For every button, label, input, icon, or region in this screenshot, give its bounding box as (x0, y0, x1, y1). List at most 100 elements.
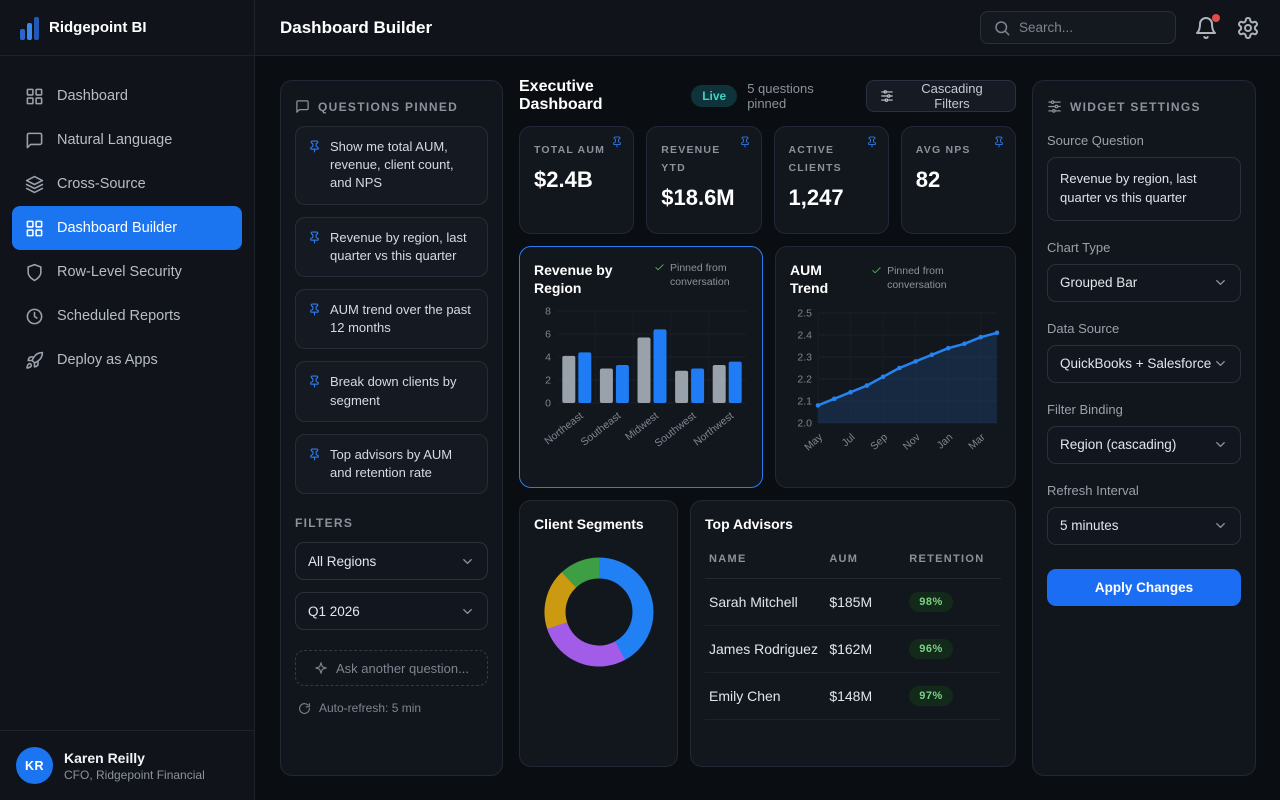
svg-text:Sep: Sep (868, 432, 890, 454)
sparkle-icon (314, 661, 328, 675)
chevron-down-icon (1213, 437, 1228, 452)
pinned-question-text: AUM trend over the past 12 months (330, 301, 475, 337)
pinned-question-card[interactable]: Show me total AUM, revenue, client count… (295, 126, 488, 205)
pin-icon[interactable] (739, 136, 751, 148)
kpi-card-revenue-ytd[interactable]: REVENUE YTD $18.6M (646, 126, 761, 234)
source-question-field[interactable]: Revenue by region, last quarter vs this … (1047, 157, 1241, 221)
sidebar-item-label: Dashboard Builder (57, 220, 177, 236)
kpi-value: 1,247 (789, 185, 874, 211)
advisor-name: James Rodriguez (705, 626, 829, 673)
sidebar-item-cross-source[interactable]: Cross-Source (12, 162, 242, 206)
page-title: Dashboard Builder (280, 18, 432, 38)
avatar: KR (16, 747, 53, 784)
sidebar-item-label: Cross-Source (57, 176, 146, 192)
sidebar-item-row-level-security[interactable]: Row-Level Security (12, 250, 242, 294)
top-advisors-widget[interactable]: Top Advisors NAMEAUMRETENTIONSarah Mitch… (690, 500, 1016, 767)
grouped-bar-chart: 02468NortheastSoutheastMidwestSouthwestN… (534, 297, 748, 484)
data-source-label: Data Source (1047, 321, 1241, 336)
check-icon (871, 265, 882, 276)
advisor-name: Emily Chen (705, 673, 829, 720)
filter-binding-select[interactable]: Region (cascading) (1047, 426, 1241, 464)
sidebar-item-deploy-as-apps[interactable]: Deploy as Apps (12, 338, 242, 382)
rocket-icon (25, 351, 44, 370)
refresh-interval-select[interactable]: 5 minutes (1047, 507, 1241, 545)
notifications-button[interactable] (1194, 16, 1218, 40)
client-segments-widget[interactable]: Client Segments (519, 500, 678, 767)
topbar: Dashboard Builder (255, 0, 1280, 56)
advisor-aum: $148M (829, 673, 909, 720)
chart-type-select[interactable]: Grouped Bar (1047, 264, 1241, 302)
apply-changes-button[interactable]: Apply Changes (1047, 569, 1241, 606)
kpi-card-active-clients[interactable]: ACTIVE CLIENTS 1,247 (774, 126, 889, 234)
retention-badge: 97% (909, 686, 953, 706)
settings-button[interactable] (1236, 16, 1260, 40)
pinned-question-text: Top advisors by AUM and retention rate (330, 446, 475, 482)
pinned-note: Pinned from conversation (654, 261, 748, 297)
sidebar-item-scheduled-reports[interactable]: Scheduled Reports (12, 294, 242, 338)
search-input[interactable] (1019, 20, 1163, 35)
period-filter-select[interactable]: Q1 2026 (295, 592, 488, 630)
sidebar-item-dashboard-builder[interactable]: Dashboard Builder (12, 206, 242, 250)
kpi-value: $2.4B (534, 167, 619, 193)
revenue-by-region-widget[interactable]: Revenue by Region Pinned from conversati… (519, 246, 763, 488)
pin-icon[interactable] (611, 136, 623, 148)
kpi-label: AVG NPS (916, 142, 1001, 160)
kpi-label: REVENUE YTD (661, 142, 746, 178)
pinned-question-card[interactable]: AUM trend over the past 12 months (295, 289, 488, 349)
user-card[interactable]: KR Karen Reilly CFO, Ridgepoint Financia… (0, 730, 254, 800)
sliders-icon (1047, 99, 1062, 114)
retention-badge: 98% (909, 592, 953, 612)
sidebar: Dashboard Natural Language Cross-Source Das… (0, 56, 255, 800)
kpi-card-total-aum[interactable]: TOTAL AUM$2.4B (519, 126, 634, 234)
refresh-icon (298, 702, 311, 715)
refresh-interval-label: Refresh Interval (1047, 483, 1241, 498)
svg-text:2.1: 2.1 (797, 396, 812, 408)
table-row: Emily Chen$148M97% (705, 673, 1001, 720)
sidebar-item-label: Dashboard (57, 88, 128, 104)
pin-icon[interactable] (866, 136, 878, 148)
app-root: Ridgepoint BI Dashboard Builder Dashboar… (0, 0, 1280, 800)
sidebar-nav: Dashboard Natural Language Cross-Source Das… (0, 74, 254, 382)
data-source-select[interactable]: QuickBooks + Salesforce (1047, 345, 1241, 383)
pinned-count: 5 questions pinned (747, 81, 856, 111)
questions-panel: QUESTIONS PINNED Show me total AUM, reve… (280, 80, 503, 776)
ask-question-button[interactable]: Ask another question... (295, 650, 488, 686)
svg-text:Jul: Jul (840, 432, 858, 450)
pin-icon (308, 140, 321, 153)
svg-text:Nov: Nov (901, 431, 923, 453)
advisor-aum: $162M (829, 626, 909, 673)
svg-text:8: 8 (545, 306, 551, 318)
top-advisors-table: NAMEAUMRETENTIONSarah Mitchell$185M98%Ja… (705, 543, 1001, 720)
pinned-question-card[interactable]: Top advisors by AUM and retention rate (295, 434, 488, 494)
sidebar-item-label: Natural Language (57, 132, 172, 148)
cascading-filters-button[interactable]: Cascading Filters (866, 80, 1016, 112)
table-row: James Rodriguez$162M96% (705, 626, 1001, 673)
brand: Ridgepoint BI (0, 0, 255, 56)
chevron-down-icon (460, 604, 475, 619)
sidebar-item-natural-language[interactable]: Natural Language (12, 118, 242, 162)
grid-icon (25, 219, 44, 238)
widget-settings-panel: WIDGET SETTINGS Source Question Revenue … (1032, 80, 1256, 776)
sidebar-item-dashboard[interactable]: Dashboard (12, 74, 242, 118)
kpi-label: ACTIVE CLIENTS (789, 142, 874, 178)
pinned-question-card[interactable]: Break down clients by segment (295, 361, 488, 421)
kpi-row: TOTAL AUM$2.4B REVENUE YTD $18.6M ACTIVE CL… (519, 126, 1016, 234)
kpi-value: 82 (916, 167, 1001, 193)
svg-text:Jan: Jan (935, 432, 956, 452)
svg-text:Southeast: Southeast (579, 410, 624, 449)
kpi-card-avg-nps[interactable]: AVG NPS 82 (901, 126, 1016, 234)
svg-text:2: 2 (545, 375, 551, 387)
filters-title: FILTERS (295, 516, 488, 530)
search-box[interactable] (980, 11, 1176, 44)
aum-trend-widget[interactable]: AUM Trend Pinned from conversation 2.02.… (775, 246, 1016, 488)
donut-chart (534, 549, 663, 675)
chart-title: Client Segments (534, 515, 663, 533)
questions-panel-title: QUESTIONS PINNED (295, 99, 488, 114)
kpi-value: $18.6M (661, 185, 746, 211)
pin-icon[interactable] (993, 136, 1005, 148)
region-filter-select[interactable]: All Regions (295, 542, 488, 580)
svg-text:2.3: 2.3 (797, 352, 812, 364)
pinned-question-card[interactable]: Revenue by region, last quarter vs this … (295, 217, 488, 277)
pinned-question-list: Show me total AUM, revenue, client count… (295, 126, 488, 494)
chevron-down-icon (460, 554, 475, 569)
